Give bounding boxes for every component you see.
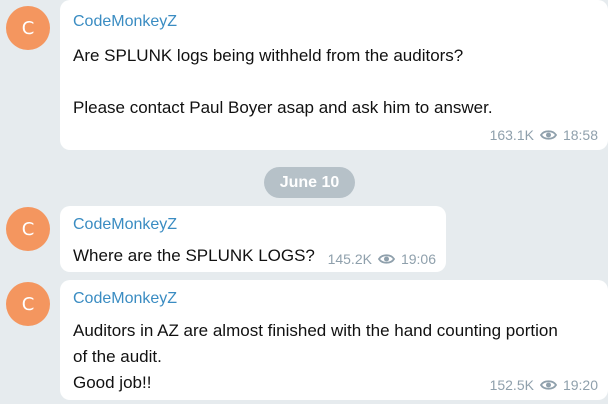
message-bubble: CodeMonkeyZ Are SPLUNK logs being withhe… (60, 0, 608, 150)
message-text-line: Good job!! (73, 373, 152, 392)
message-text-line: Are SPLUNK logs being withheld from the … (73, 46, 464, 65)
message-text-line: Please contact Paul Boyer asap and ask h… (73, 98, 493, 117)
message-meta: 145.2K 19:06 (328, 251, 436, 267)
view-count: 152.5K (489, 377, 534, 393)
message-time: 19:20 (562, 377, 598, 393)
avatar[interactable]: C (6, 6, 50, 50)
message-meta: 152.5K 19:20 (490, 377, 598, 393)
message-meta: 163.1K 18:58 (490, 127, 598, 143)
eye-icon (377, 254, 395, 264)
avatar[interactable]: C (6, 282, 50, 326)
date-separator: June 10 (264, 167, 355, 198)
view-count: 163.1K (489, 127, 534, 143)
avatar-letter: C (21, 218, 35, 240)
message-bubble: CodeMonkeyZ Where are the SPLUNK LOGS? 1… (60, 206, 446, 272)
sender-name[interactable]: CodeMonkeyZ (73, 13, 177, 31)
view-count: 145.2K (327, 251, 372, 267)
avatar-letter: C (21, 17, 35, 39)
message-text-line: Where are the SPLUNK LOGS? (73, 246, 315, 265)
sender-name[interactable]: CodeMonkeyZ (73, 290, 177, 308)
sender-name[interactable]: CodeMonkeyZ (73, 216, 177, 234)
message-time: 18:58 (562, 127, 598, 143)
message-time: 19:06 (400, 251, 436, 267)
message-text-line: Auditors in AZ are almost finished with … (73, 321, 558, 340)
eye-icon (539, 380, 557, 390)
message-bubble: CodeMonkeyZ Auditors in AZ are almost fi… (60, 280, 608, 400)
avatar[interactable]: C (6, 207, 50, 251)
eye-icon (539, 130, 557, 140)
avatar-letter: C (21, 293, 35, 315)
message-text-line: of the audit. (73, 347, 162, 366)
